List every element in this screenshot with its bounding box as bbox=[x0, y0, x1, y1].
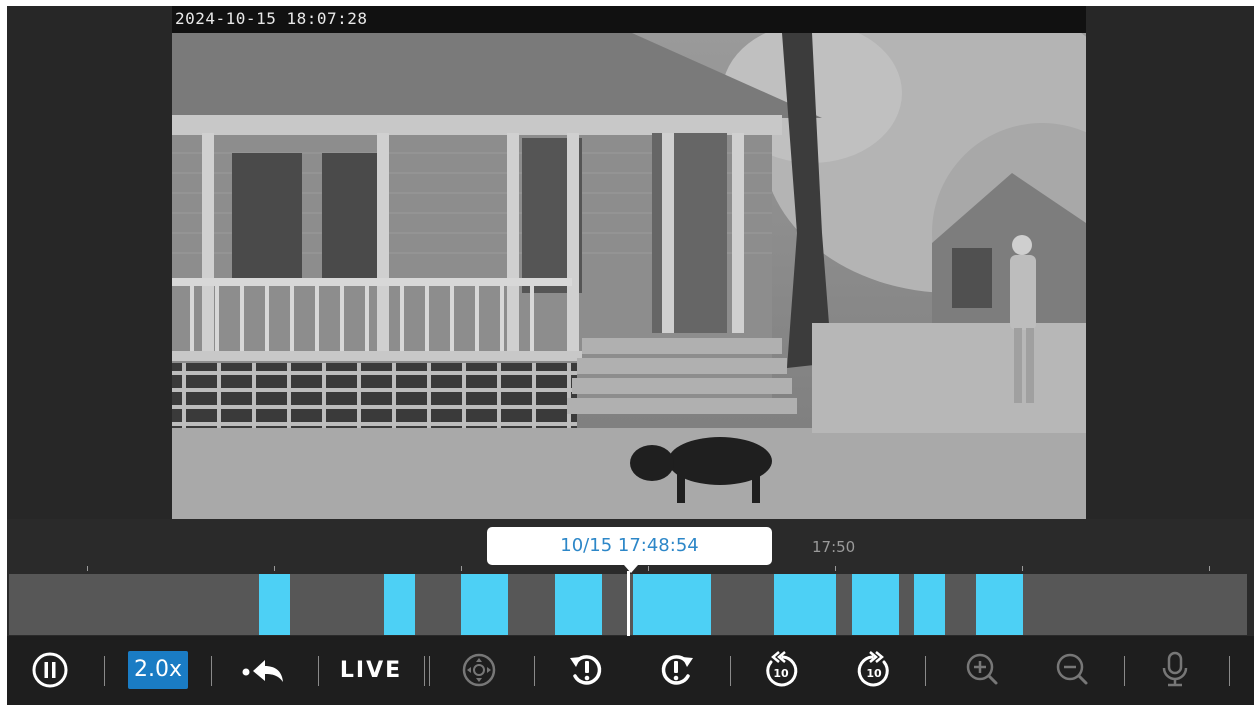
rewind-10-icon: 10 bbox=[766, 651, 798, 687]
recording-segment[interactable] bbox=[461, 574, 508, 635]
toolbar-divider bbox=[318, 656, 319, 686]
live-label: LIVE bbox=[339, 657, 403, 683]
forward-10-icon: 10 bbox=[857, 651, 889, 687]
microphone-icon bbox=[1162, 651, 1188, 687]
talk-button[interactable] bbox=[1157, 650, 1193, 690]
zoom-out-icon bbox=[1056, 653, 1088, 685]
recording-segment[interactable] bbox=[976, 574, 1023, 635]
toolbar-divider bbox=[211, 656, 212, 686]
toolbar-divider bbox=[1124, 656, 1125, 686]
timeline-tick bbox=[1022, 566, 1023, 571]
toolbar-divider bbox=[104, 656, 105, 686]
timeline-tick bbox=[1209, 566, 1210, 571]
timeline-tick bbox=[461, 566, 462, 571]
timeline-tick bbox=[648, 566, 649, 571]
recording-segment[interactable] bbox=[259, 574, 290, 635]
forward-10-button[interactable]: 10 bbox=[852, 650, 896, 690]
toolbar-divider bbox=[534, 656, 535, 686]
zoom-out-button[interactable] bbox=[1052, 650, 1092, 690]
timeline-tick bbox=[274, 566, 275, 571]
rewind-10-label: 10 bbox=[773, 667, 789, 680]
camera-player: 2024-10-15 18:07:28 10/15 17:48:54 17:50 bbox=[7, 6, 1254, 705]
ptz-icon bbox=[462, 653, 496, 687]
recording-segment[interactable] bbox=[555, 574, 602, 635]
osd-timestamp: 2024-10-15 18:07:28 bbox=[175, 9, 368, 28]
previous-event-button[interactable] bbox=[564, 650, 608, 690]
recording-timeline[interactable]: 10/15 17:48:54 17:50 bbox=[7, 519, 1254, 636]
pause-icon bbox=[32, 652, 68, 688]
timeline-playhead[interactable] bbox=[627, 571, 630, 636]
timeline-ticks bbox=[7, 566, 1254, 574]
prev-event-icon bbox=[570, 655, 602, 685]
recording-segment[interactable] bbox=[852, 574, 899, 635]
recording-segment[interactable] bbox=[384, 574, 415, 635]
ptz-control-button[interactable] bbox=[459, 650, 499, 690]
recording-segment[interactable] bbox=[914, 574, 945, 635]
timeline-hover-time: 10/15 17:48:54 bbox=[487, 527, 772, 573]
playback-toolbar: 2.0x LIVE 10 10 bbox=[7, 636, 1254, 705]
recording-segment[interactable] bbox=[774, 574, 836, 635]
back-to-event-button[interactable] bbox=[235, 650, 291, 690]
zoom-in-icon bbox=[966, 653, 998, 685]
camera-timestamp-overlay: 2024-10-15 18:07:28 bbox=[172, 6, 1086, 33]
camera-video[interactable]: 2024-10-15 18:07:28 bbox=[172, 6, 1086, 519]
timeline-tick-label: 17:50 bbox=[812, 538, 856, 556]
rewind-10-button[interactable]: 10 bbox=[759, 650, 803, 690]
live-button[interactable]: LIVE bbox=[331, 650, 411, 690]
zoom-in-button[interactable] bbox=[962, 650, 1002, 690]
toolbar-divider bbox=[1229, 656, 1230, 686]
toolbar-divider bbox=[424, 656, 425, 686]
playback-speed-button[interactable]: 2.0x bbox=[120, 650, 196, 690]
back-to-event-icon bbox=[242, 660, 283, 682]
toolbar-divider bbox=[730, 656, 731, 686]
forward-10-label: 10 bbox=[866, 667, 882, 680]
playback-speed-label: 2.0x bbox=[127, 651, 188, 689]
timeline-tick bbox=[835, 566, 836, 571]
toolbar-divider bbox=[925, 656, 926, 686]
next-event-icon bbox=[661, 655, 693, 685]
pause-button[interactable] bbox=[30, 650, 70, 690]
timeline-tick bbox=[87, 566, 88, 571]
next-event-button[interactable] bbox=[655, 650, 699, 690]
toolbar-divider bbox=[429, 656, 430, 686]
recording-segment[interactable] bbox=[633, 574, 711, 635]
night-vision-scene bbox=[172, 33, 1086, 519]
